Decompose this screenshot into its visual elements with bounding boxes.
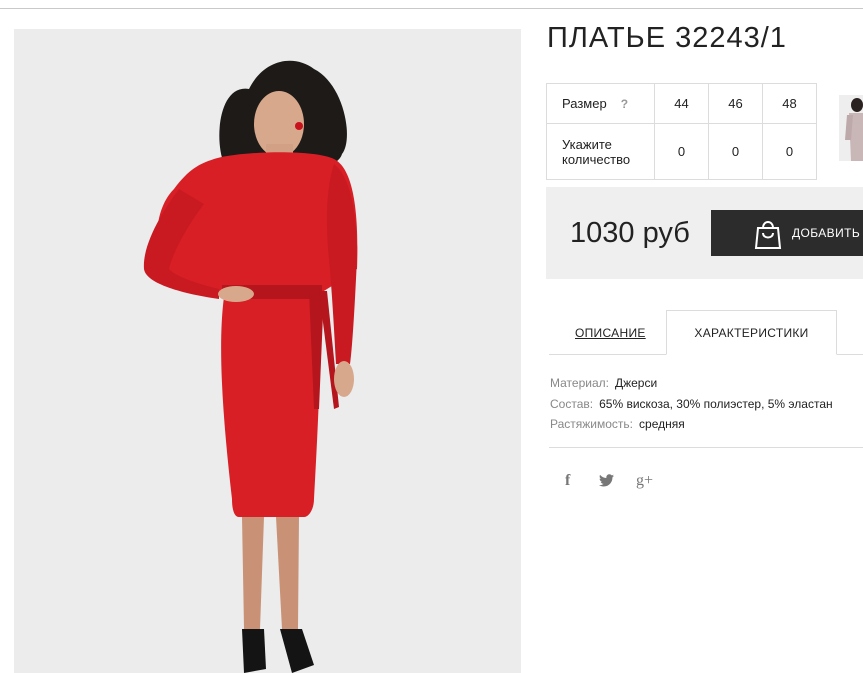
quantity-input-48[interactable]: 0 (762, 123, 817, 180)
twitter-icon[interactable] (599, 474, 614, 492)
quantity-label-line1: Укажите (562, 136, 612, 152)
tab-description[interactable]: ОПИСАНИЕ (575, 326, 646, 340)
quantity-row: Укажите количество 0 0 0 (546, 123, 817, 180)
product-tabs: ОПИСАНИЕ ХАРАКТЕРИСТИКИ (549, 310, 863, 355)
quantity-input-46[interactable]: 0 (708, 123, 763, 180)
char-key: Растяжимость: (550, 417, 634, 431)
characteristics-list: Материал: Джерси Состав: 65% вискоза, 30% … (550, 373, 833, 435)
product-title: ПЛАТЬЕ 32243/1 (547, 22, 787, 54)
size-option-46[interactable]: 46 (708, 83, 763, 124)
size-label-cell: Размер? (546, 83, 655, 124)
char-row-composition: Состав: 65% вискоза, 30% полиэстер, 5% эл… (550, 394, 833, 415)
char-row-material: Материал: Джерси (550, 373, 833, 394)
char-row-stretch: Растяжимость: средняя (550, 414, 833, 435)
thumbnail-image (845, 98, 863, 161)
char-value: средняя (639, 417, 685, 431)
price-panel: 1030 руб ДОБАВИТЬ (546, 187, 863, 279)
quantity-label-cell: Укажите количество (546, 123, 655, 180)
size-option-48[interactable]: 48 (762, 83, 817, 124)
add-to-cart-button[interactable]: ДОБАВИТЬ (711, 210, 863, 256)
char-key: Материал: (550, 376, 609, 390)
dress-model-illustration (143, 60, 358, 673)
google-plus-icon[interactable]: g+ (636, 472, 653, 490)
quantity-label-line2: количество (562, 151, 631, 167)
size-row: Размер? 44 46 48 (546, 83, 817, 124)
shopping-bag-icon (753, 218, 783, 253)
product-price: 1030 руб (570, 217, 690, 249)
char-key: Состав: (550, 396, 594, 411)
size-option-44[interactable]: 44 (654, 83, 709, 124)
quantity-input-44[interactable]: 0 (654, 123, 709, 180)
section-divider (549, 447, 863, 448)
product-photo[interactable] (14, 29, 521, 673)
size-label: Размер (562, 96, 607, 111)
top-divider (0, 8, 863, 9)
size-quantity-table: Размер? 44 46 48 Укажите количество 0 0 … (546, 83, 817, 180)
product-thumbnail[interactable] (839, 95, 863, 161)
char-value: Джерси (614, 376, 658, 390)
size-help-icon[interactable]: ? (621, 97, 628, 111)
char-value: 65% вискоза, 30% полиэстер, 5% эластан (599, 396, 833, 411)
add-to-cart-label: ДОБАВИТЬ (792, 226, 861, 240)
facebook-icon[interactable]: f (565, 472, 570, 490)
tab-characteristics[interactable]: ХАРАКТЕРИСТИКИ (666, 310, 837, 355)
